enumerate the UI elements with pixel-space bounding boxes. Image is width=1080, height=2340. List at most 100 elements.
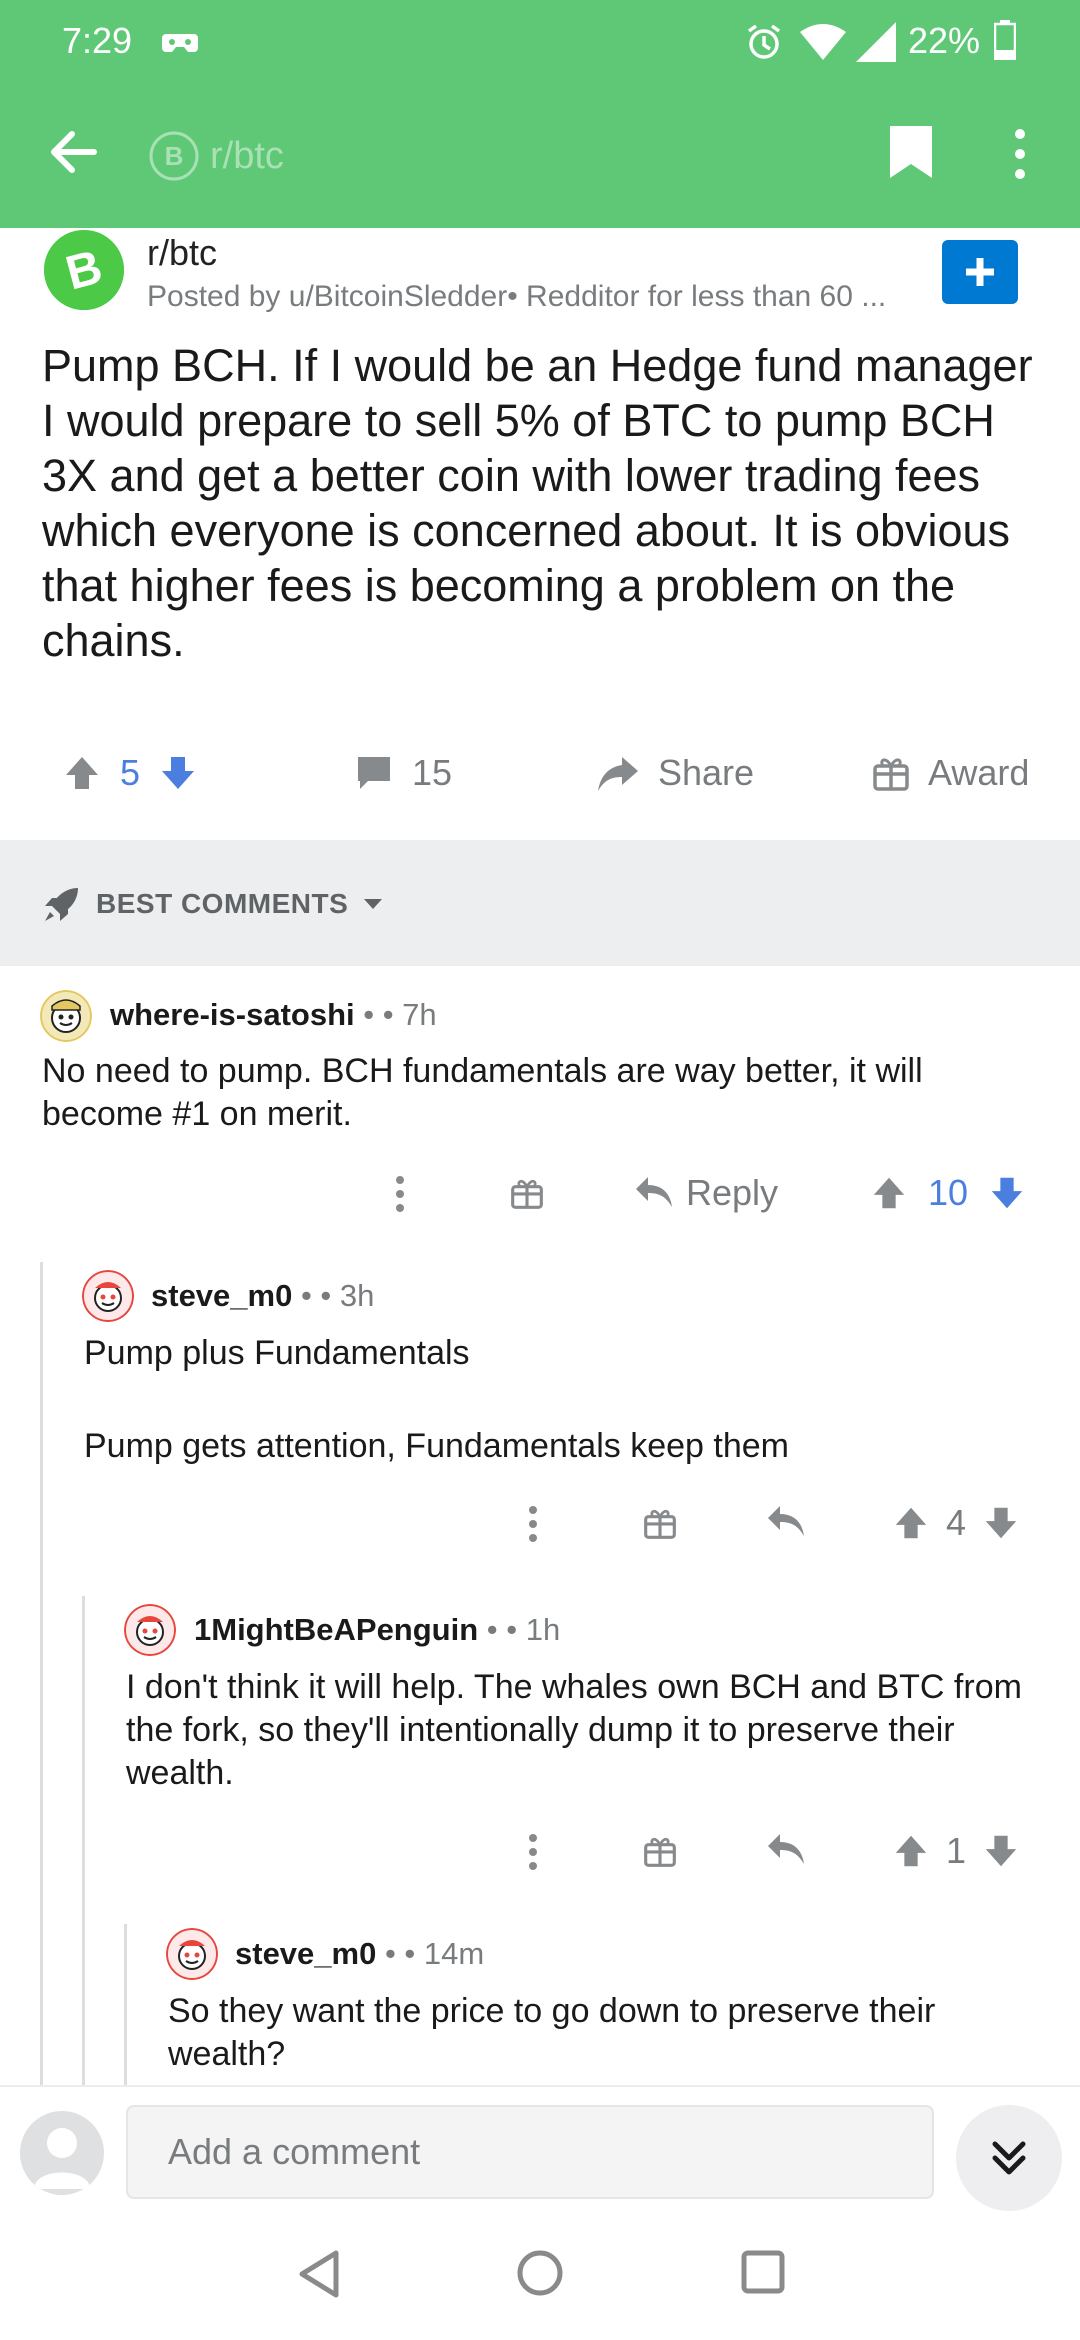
reply-icon bbox=[636, 1177, 672, 1207]
rocket-icon bbox=[45, 888, 78, 921]
status-bar: 7:29 22% bbox=[0, 0, 1080, 80]
comment-line: Pump gets attention, Fundamentals keep t… bbox=[84, 1427, 789, 1465]
post-score: 5 bbox=[120, 752, 141, 793]
wifi-icon bbox=[800, 24, 846, 60]
comment-body[interactable]: So they want the price to go down to pre… bbox=[168, 1990, 1048, 2076]
post-share-button[interactable]: Share bbox=[596, 752, 754, 794]
post-award-button[interactable]: Award bbox=[872, 752, 1029, 794]
comment-award-button[interactable] bbox=[643, 1506, 677, 1540]
comment-time: • • 14m bbox=[376, 1936, 485, 1971]
reply-icon bbox=[768, 1506, 804, 1536]
comment-author[interactable]: steve_m0 bbox=[151, 1278, 292, 1313]
avatar[interactable] bbox=[124, 1604, 176, 1656]
more-vert-icon bbox=[529, 1834, 537, 1870]
comment-award-button[interactable] bbox=[643, 1834, 677, 1868]
next-comment-button[interactable] bbox=[956, 2105, 1062, 2211]
share-icon bbox=[598, 757, 638, 791]
comment-meta: steve_m0 • • 14m bbox=[235, 1936, 484, 1972]
battery-icon bbox=[994, 20, 1016, 60]
comment-sort-selector[interactable]: BEST COMMENTS bbox=[42, 884, 384, 924]
avatar[interactable] bbox=[166, 1928, 218, 1980]
avatar[interactable] bbox=[82, 1270, 134, 1322]
appbar-subreddit-label: r/btc bbox=[210, 134, 284, 177]
comment-icon bbox=[358, 757, 390, 789]
post-title[interactable]: Pump BCH. If I would be an Hedge fund ma… bbox=[42, 338, 1042, 668]
app-bar: B r/btc bbox=[0, 80, 1080, 228]
user-silhouette-icon bbox=[34, 2128, 90, 2189]
comment-actions: 4 bbox=[0, 1498, 1080, 1558]
comment-reply-button[interactable] bbox=[766, 1504, 806, 1540]
comment-vote-group: 10 bbox=[870, 1172, 1026, 1214]
comment-actions: Reply 10 bbox=[0, 1168, 1080, 1228]
nav-back-icon[interactable] bbox=[296, 2249, 342, 2299]
status-time: 7:29 bbox=[62, 20, 133, 61]
comment-reply-button[interactable] bbox=[766, 1832, 806, 1868]
gift-icon bbox=[511, 1180, 543, 1209]
comment-input[interactable]: Add a comment bbox=[126, 2105, 934, 2199]
comment-sort-label: BEST COMMENTS bbox=[96, 888, 349, 919]
comment-author[interactable]: 1MightBeAPenguin bbox=[194, 1612, 478, 1647]
comment-score: 10 bbox=[928, 1172, 969, 1213]
bookmark-icon[interactable] bbox=[888, 124, 934, 180]
subreddit-icon: B bbox=[149, 131, 199, 181]
comment-body[interactable]: I don't think it will help. The whales o… bbox=[126, 1666, 1046, 1795]
appbar-subreddit-title: B r/btc bbox=[148, 130, 284, 182]
plus-icon bbox=[966, 258, 994, 286]
more-vert-icon bbox=[396, 1176, 404, 1212]
avatar[interactable] bbox=[40, 990, 92, 1042]
comment-body[interactable]: No need to pump. BCH fundamentals are wa… bbox=[42, 1050, 1042, 1136]
thread-line[interactable] bbox=[40, 1262, 43, 2085]
gift-icon bbox=[644, 1510, 676, 1539]
downvote-icon[interactable] bbox=[988, 1174, 1026, 1212]
upvote-icon[interactable] bbox=[870, 1174, 908, 1212]
post-comment-count: 15 bbox=[412, 752, 453, 793]
top-bar: 7:29 22% B r/btc bbox=[0, 0, 1080, 228]
post-comments-button[interactable]: 15 bbox=[354, 752, 452, 794]
upvote-icon[interactable] bbox=[62, 753, 102, 793]
battery-percent: 22% bbox=[908, 20, 981, 61]
downvote-icon[interactable] bbox=[158, 753, 198, 793]
reply-label: Reply bbox=[686, 1172, 779, 1213]
comment-award-button[interactable] bbox=[510, 1176, 544, 1210]
comment-time: • • 3h bbox=[292, 1278, 375, 1313]
post-subreddit-name[interactable]: r/btc bbox=[147, 232, 217, 274]
svg-text:B: B bbox=[165, 141, 184, 171]
post-author-line[interactable]: Posted by u/BitcoinSledder• Redditor for… bbox=[147, 280, 937, 314]
comment-body[interactable]: Pump plus Fundamentals Pump gets attenti… bbox=[84, 1332, 1044, 1468]
comment-score: 1 bbox=[946, 1830, 967, 1871]
cell-signal-icon bbox=[856, 22, 896, 62]
downvote-icon[interactable] bbox=[982, 1832, 1020, 1870]
upvote-icon[interactable] bbox=[892, 1504, 930, 1542]
back-arrow-icon[interactable] bbox=[44, 122, 104, 182]
comment-reply-button[interactable]: Reply bbox=[634, 1172, 778, 1214]
subreddit-avatar[interactable]: B bbox=[44, 230, 124, 310]
more-vert-icon[interactable] bbox=[1010, 124, 1030, 184]
nav-home-icon[interactable] bbox=[516, 2249, 564, 2297]
comment-more-button[interactable] bbox=[525, 1832, 541, 1872]
bitcoin-cash-logo-icon: B bbox=[44, 230, 124, 310]
award-label: Award bbox=[928, 752, 1030, 793]
comment-more-button[interactable] bbox=[392, 1174, 408, 1214]
comment-author[interactable]: steve_m0 bbox=[235, 1936, 376, 1971]
thread-line[interactable] bbox=[124, 1924, 127, 2085]
join-button[interactable] bbox=[942, 240, 1018, 304]
comment-more-button[interactable] bbox=[525, 1504, 541, 1544]
comment-time: • • 7h bbox=[354, 997, 437, 1032]
nav-recents-icon[interactable] bbox=[740, 2249, 786, 2295]
compose-bar: Add a comment bbox=[0, 2085, 1080, 2215]
comment-vote-group: 4 bbox=[892, 1502, 1020, 1544]
comment-sort-band: BEST COMMENTS bbox=[0, 840, 1080, 966]
comment-meta: steve_m0 • • 3h bbox=[151, 1278, 374, 1314]
comment-meta: 1MightBeAPenguin • • 1h bbox=[194, 1612, 560, 1648]
upvote-icon[interactable] bbox=[892, 1832, 930, 1870]
reply-icon bbox=[768, 1834, 804, 1864]
share-label: Share bbox=[658, 752, 755, 793]
downvote-icon[interactable] bbox=[982, 1504, 1020, 1542]
post-vote-group: 5 bbox=[62, 752, 198, 794]
chevron-down-icon bbox=[364, 899, 383, 909]
comment-author[interactable]: where-is-satoshi bbox=[110, 997, 355, 1032]
comment-time: • • 1h bbox=[478, 1612, 561, 1647]
gift-icon bbox=[873, 758, 909, 791]
avatar[interactable] bbox=[20, 2111, 104, 2195]
gift-icon bbox=[644, 1838, 676, 1867]
